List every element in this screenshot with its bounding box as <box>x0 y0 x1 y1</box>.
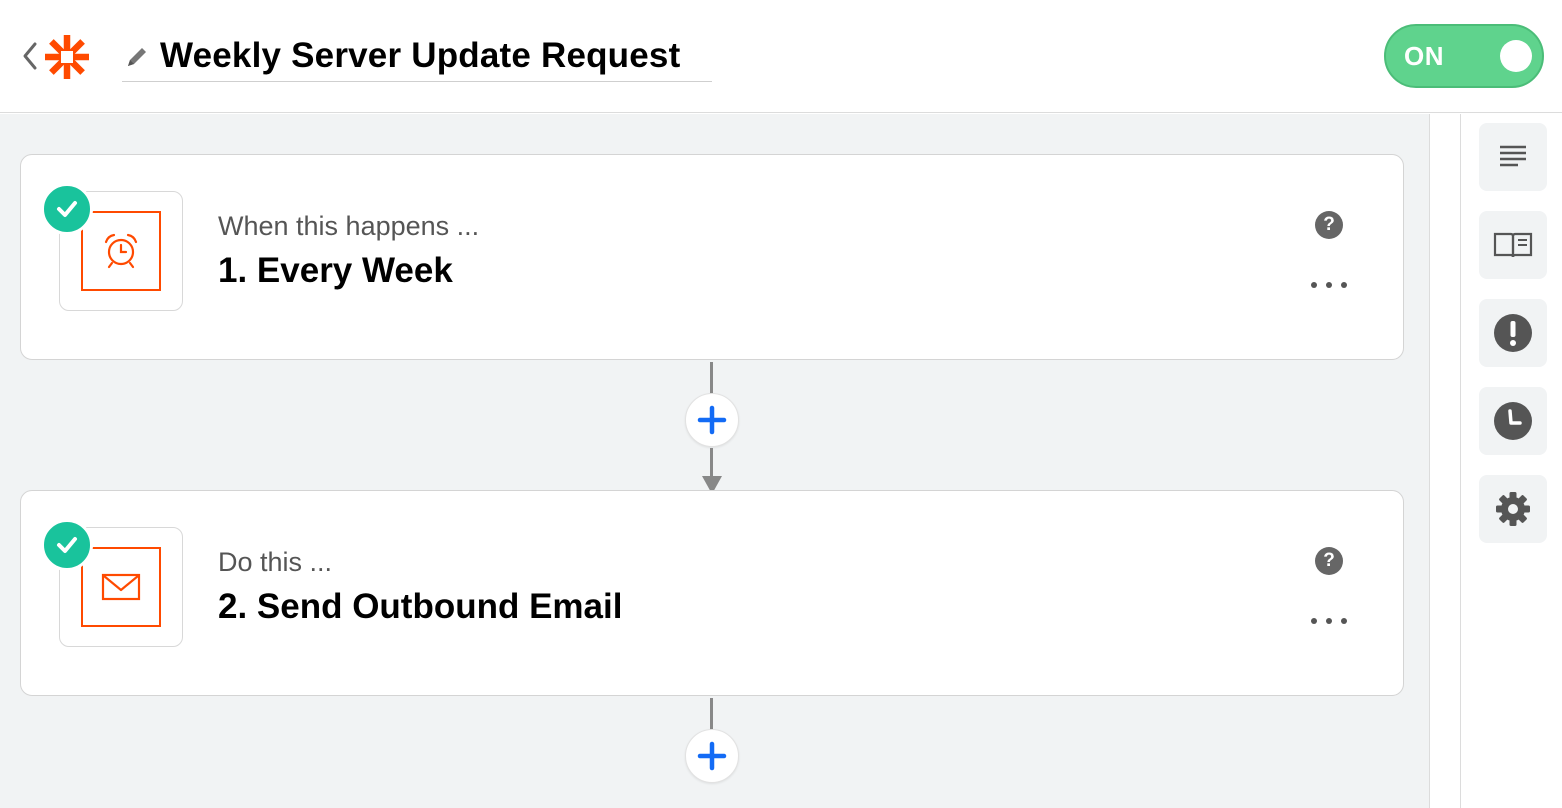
pencil-icon <box>122 42 152 72</box>
settings-icon[interactable] <box>1479 475 1547 543</box>
history-icon[interactable] <box>1479 387 1547 455</box>
toggle-label: ON <box>1404 41 1444 71</box>
connector-line <box>710 698 713 732</box>
help-icon[interactable]: ? <box>1315 211 1343 239</box>
trigger-step-card[interactable]: When this happens ... 1. Every Week ? <box>20 154 1404 360</box>
action-step-card[interactable]: Do this ... 2. Send Outbound Email ? <box>20 490 1404 696</box>
check-icon <box>41 183 93 235</box>
check-icon <box>41 519 93 571</box>
zap-title-field[interactable]: Weekly Server Update Request <box>122 30 712 82</box>
more-options-icon[interactable] <box>1311 277 1347 293</box>
step-title: 1. Every Week <box>218 251 453 290</box>
more-options-icon[interactable] <box>1311 613 1347 629</box>
step-subtitle: Do this ... <box>218 547 333 577</box>
connector-line <box>710 362 713 396</box>
guide-book-icon[interactable] <box>1479 211 1547 279</box>
zap-title: Weekly Server Update Request <box>160 35 681 75</box>
add-step-button[interactable] <box>685 729 739 783</box>
right-sidebar <box>1460 114 1562 808</box>
step-subtitle: When this happens ... <box>218 211 480 241</box>
zap-editor-canvas: When this happens ... 1. Every Week ? Do… <box>0 114 1430 808</box>
step-title: 2. Send Outbound Email <box>218 587 623 626</box>
back-chevron-icon[interactable] <box>18 38 42 74</box>
alarm-clock-icon <box>81 211 161 291</box>
zapier-logo-icon[interactable] <box>40 32 94 82</box>
add-step-button[interactable] <box>685 393 739 447</box>
toggle-knob <box>1500 40 1532 72</box>
envelope-icon <box>81 547 161 627</box>
editor-header: Weekly Server Update Request ON <box>0 0 1562 113</box>
zap-on-toggle[interactable]: ON <box>1384 24 1544 88</box>
alert-icon[interactable] <box>1479 299 1547 367</box>
help-icon[interactable]: ? <box>1315 547 1343 575</box>
connector-line <box>710 448 713 478</box>
details-icon[interactable] <box>1479 123 1547 191</box>
